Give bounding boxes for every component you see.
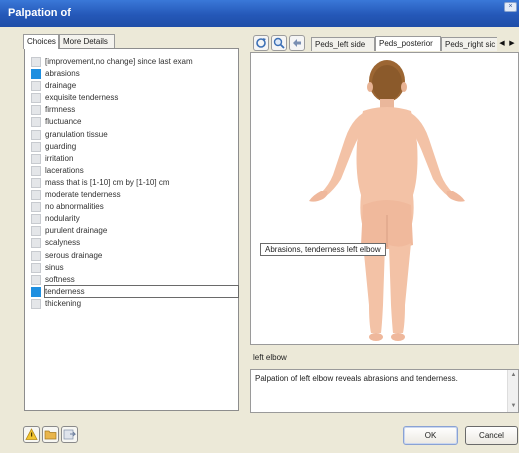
choice-label: abrasions	[45, 69, 80, 79]
choice-checkbox[interactable]	[31, 250, 41, 261]
choice-checkbox[interactable]	[31, 117, 41, 128]
tab-peds-left-side[interactable]: Peds_left side	[311, 37, 375, 51]
choice-label: softness	[45, 274, 75, 284]
choice-checkbox[interactable]	[31, 298, 41, 309]
choice-label: lacerations	[45, 165, 84, 175]
choice-item[interactable]: lacerations	[29, 165, 238, 177]
scroll-down-icon[interactable]: ▼	[508, 401, 519, 412]
choice-item[interactable]: nodularity	[29, 213, 238, 225]
choice-item[interactable]: firmness	[29, 104, 238, 116]
zoom-icon[interactable]	[271, 35, 287, 51]
choice-checkbox[interactable]	[31, 226, 41, 237]
choice-item[interactable]: abrasions	[29, 68, 238, 80]
choice-label: nodularity	[45, 214, 80, 224]
title-bar: Palpation of ×	[0, 0, 519, 27]
choice-item[interactable]: softness	[29, 274, 238, 286]
warning-icon[interactable]	[23, 426, 40, 443]
rotate-icon[interactable]	[253, 35, 269, 51]
choice-checkbox[interactable]	[31, 57, 41, 67]
choice-checkbox[interactable]	[31, 129, 41, 140]
choice-label: serous drainage	[45, 250, 103, 260]
choice-item[interactable]: scalyness	[29, 237, 238, 249]
choice-checkbox[interactable]	[31, 93, 41, 104]
choices-list: [improvement,no change] since last exam a…	[29, 56, 239, 310]
choice-label: no abnormalities	[45, 202, 104, 212]
choice-checkbox[interactable]	[31, 238, 41, 249]
cancel-button[interactable]: Cancel	[465, 426, 518, 445]
choice-label: moderate tenderness	[45, 190, 121, 200]
choice-label: exquisite tenderness	[45, 93, 119, 103]
choice-checkbox[interactable]	[31, 274, 41, 285]
choice-label: granulation tissue	[45, 129, 108, 139]
choice-label: irritation	[45, 153, 74, 163]
choice-item[interactable]: thickening	[29, 298, 238, 310]
choice-checkbox[interactable]	[31, 286, 41, 297]
choice-checkbox[interactable]	[31, 214, 41, 225]
choice-label: purulent drainage	[45, 226, 108, 236]
choice-label: mass that is [1-10] cm by [1-10] cm	[45, 177, 170, 187]
description-text: Palpation of left elbow reveals abrasion…	[255, 374, 458, 383]
choice-item[interactable]: tenderness	[29, 284, 239, 298]
choice-label: firmness	[45, 105, 76, 115]
choice-checkbox[interactable]	[31, 177, 41, 188]
choice-item[interactable]: moderate tenderness	[29, 189, 238, 201]
window-title: Palpation of	[8, 7, 71, 19]
choices-panel: [improvement,no change] since last exam a…	[24, 48, 239, 411]
choice-item[interactable]: guarding	[29, 141, 238, 153]
description-scrollbar[interactable]: ▲ ▼	[507, 370, 518, 412]
choice-checkbox[interactable]	[31, 202, 41, 213]
choice-item[interactable]: serous drainage	[29, 250, 238, 262]
choice-label: tenderness	[44, 284, 239, 298]
choice-label: drainage	[45, 81, 77, 91]
choice-label: [improvement,no change] since last exam	[45, 57, 193, 66]
body-figure-panel	[250, 52, 519, 345]
tab-choices[interactable]: Choices	[23, 34, 59, 49]
choice-item[interactable]: sinus	[29, 262, 238, 274]
choice-item[interactable]: no abnormalities	[29, 201, 238, 213]
choice-item[interactable]: drainage	[29, 80, 238, 92]
folder-icon[interactable]	[42, 426, 59, 443]
choice-checkbox[interactable]	[31, 141, 41, 152]
choice-checkbox[interactable]	[31, 69, 41, 80]
choice-item[interactable]: [improvement,no change] since last exam	[29, 56, 238, 68]
choice-item[interactable]: mass that is [1-10] cm by [1-10] cm	[29, 177, 238, 189]
child-body-posterior-figure[interactable]	[281, 55, 491, 345]
finding-tooltip: Abrasions, tenderness left elbow	[260, 243, 386, 256]
ok-button[interactable]: OK	[403, 426, 458, 445]
choice-checkbox[interactable]	[31, 190, 41, 201]
choice-label: scalyness	[45, 238, 81, 248]
choice-checkbox[interactable]	[31, 262, 41, 273]
choice-item[interactable]: purulent drainage	[29, 225, 238, 237]
choice-item[interactable]: granulation tissue	[29, 129, 238, 141]
choice-checkbox[interactable]	[31, 165, 41, 176]
tab-peds-right-side[interactable]: Peds_right sic	[441, 37, 501, 51]
choice-checkbox[interactable]	[31, 81, 41, 92]
close-button[interactable]: ×	[504, 2, 517, 12]
choice-label: guarding	[45, 141, 77, 151]
choice-label: thickening	[45, 298, 82, 308]
choice-checkbox[interactable]	[31, 105, 41, 116]
tabs-scroll-left-icon[interactable]: ◀	[497, 37, 507, 51]
tab-more-details[interactable]: More Details	[59, 34, 115, 48]
back-arrow-icon[interactable]	[289, 35, 305, 51]
palpation-dialog: Palpation of × Choices More Details [imp…	[0, 0, 519, 453]
choice-label: fluctuance	[45, 117, 82, 127]
choice-label: sinus	[45, 262, 64, 272]
choice-item[interactable]: irritation	[29, 153, 238, 165]
choice-item[interactable]: exquisite tenderness	[29, 92, 238, 104]
choice-checkbox[interactable]	[31, 153, 41, 164]
choice-item[interactable]: fluctuance	[29, 116, 238, 128]
tabs-scroll-right-icon[interactable]: ▶	[507, 37, 517, 51]
location-label: left elbow	[253, 353, 287, 362]
scroll-up-icon[interactable]: ▲	[508, 370, 519, 381]
export-icon[interactable]	[61, 426, 78, 443]
description-textarea[interactable]: Palpation of left elbow reveals abrasion…	[250, 369, 519, 413]
tab-peds-posterior[interactable]: Peds_posterior	[375, 36, 441, 51]
